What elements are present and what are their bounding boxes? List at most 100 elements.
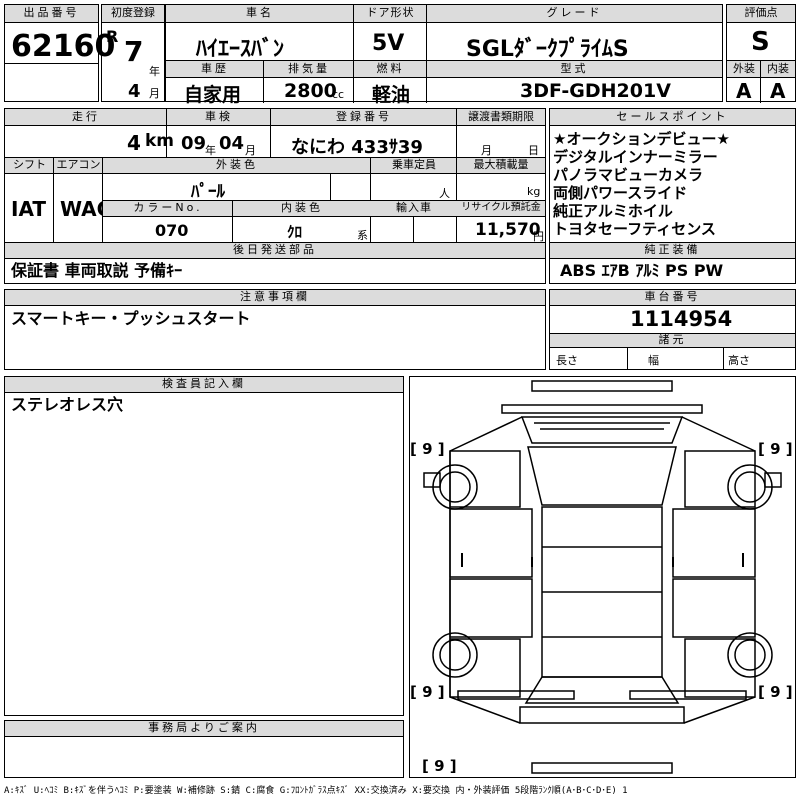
- spec-width: 幅: [648, 354, 659, 367]
- transfer-label: 譲渡書類期限: [457, 109, 545, 126]
- equipment-box: 純正装備 ABS ｴｱB ｱﾙﾐ PS PW: [549, 242, 796, 284]
- first-reg-label: 初度登録: [102, 5, 164, 23]
- displacement: 2800: [284, 80, 337, 102]
- color-no-label: カラーNo.: [103, 201, 233, 217]
- inspector-box: 検査員記入欄 ステレオレス穴: [4, 376, 404, 716]
- glass-mark-right-rear: [ 9 ]: [758, 683, 793, 701]
- mileage-unit: km: [145, 131, 175, 151]
- inspection-month-unit: 月: [245, 144, 256, 157]
- equipment-label: 純正装備: [550, 243, 795, 259]
- transfer-day-unit: 日: [528, 144, 539, 157]
- sales-point-item: トヨタセーフティセンス: [553, 220, 716, 238]
- fuel: 軽油: [372, 84, 411, 106]
- door-type: 5V: [372, 31, 405, 56]
- legend: A:ｷｽﾞ U:ﾍｺﾐ B:ｷｽﾞを伴うﾍｺﾐ P:要塗装 W:補修跡 S:錆 …: [4, 786, 628, 796]
- capacity-unit: 人: [439, 187, 450, 200]
- aircon-label: エアコン: [54, 158, 103, 174]
- sales-points-box: セールスポイント ★オークションデビュー★ デジタルインナーミラー パノラマビューカ…: [549, 108, 796, 243]
- spec-length: 長さ: [556, 354, 578, 367]
- inspection-year: 09: [181, 133, 207, 154]
- first-reg-month-unit: 月: [149, 87, 160, 100]
- sales-point-item: ★オークションデビュー★: [553, 130, 730, 148]
- int-color-label: 内装色: [233, 201, 371, 217]
- import-label: 輸入車: [371, 201, 457, 217]
- model-code: 3DF-GDH201V: [520, 80, 671, 102]
- first-reg-year-unit: 年: [149, 65, 160, 78]
- chassis-label: 車台番号: [550, 290, 795, 306]
- model-label: 型式: [427, 61, 722, 78]
- later-parts: 保証書 車両取説 予備ｷｰ: [11, 261, 183, 280]
- rating-score: S: [751, 27, 770, 57]
- history-label: 車歴: [166, 61, 264, 78]
- inspection-month: 04: [219, 133, 245, 154]
- shift-label: シフト: [5, 158, 54, 174]
- car-name: ﾊｲｴｰｽﾊﾞﾝ: [196, 37, 285, 62]
- sales-point-item: パノラマビューカメラ: [553, 166, 704, 184]
- int-color-unit: 系: [357, 229, 368, 242]
- registration-label: 登録番号: [271, 109, 457, 126]
- door-label: ドア形状: [354, 5, 427, 23]
- registration-number: なにわ 433ｻ39: [291, 137, 423, 158]
- capacity-label: 乗車定員: [371, 158, 457, 174]
- max-load-label: 最大積載量: [457, 158, 545, 174]
- interior-grade: A: [770, 79, 786, 103]
- chassis-box: 車台番号 1114954 諸元 長さ 幅 高さ: [549, 289, 796, 370]
- sales-points-label: セールスポイント: [550, 109, 795, 126]
- car-name-label: 車名: [166, 5, 354, 23]
- office-label: 事務局よりご案内: [5, 721, 403, 737]
- equipment: ABS ｴｱB ｱﾙﾐ PS PW: [560, 261, 724, 280]
- displacement-label: 排気量: [264, 61, 354, 78]
- displacement-unit: cc: [332, 88, 345, 101]
- spec-height: 高さ: [728, 354, 750, 367]
- lot-label: 出品番号: [5, 5, 98, 23]
- grade-label: グレード: [427, 5, 722, 23]
- sales-point-item: 純正アルミホイル: [553, 202, 673, 220]
- car-diagram: [ 9 ] [ 9 ] [ 9 ] [ 9 ] [ 9 ]: [409, 376, 796, 778]
- recycle-label: リサイクル預託金: [457, 201, 545, 217]
- later-parts-label: 後日発送部品: [5, 243, 545, 259]
- exterior-grade: A: [736, 79, 752, 103]
- notes-box: 注意事項欄 スマートキー・プッシュスタート: [4, 289, 546, 370]
- glass-mark-right-front: [ 9 ]: [758, 440, 793, 458]
- inspector-label: 検査員記入欄: [5, 377, 403, 393]
- glass-mark-rear: [ 9 ]: [422, 757, 457, 775]
- lot-box: 出品番号 62160: [4, 4, 115, 102]
- first-reg-era: R: [106, 27, 119, 46]
- max-load-unit: kg: [527, 185, 541, 198]
- inspection-label: 車検: [167, 109, 271, 126]
- sales-point-item: デジタルインナーミラー: [553, 148, 718, 166]
- chassis-number: 1114954: [630, 307, 733, 331]
- ext-color: ﾊﾟｰﾙ: [191, 182, 225, 202]
- transfer-month-unit: 月: [481, 144, 492, 157]
- recycle-fee: 11,570: [475, 220, 541, 240]
- first-reg-year: 7: [124, 35, 144, 68]
- sales-points-list: ★オークションデビュー★ デジタルインナーミラー パノラマビューカメラ 両側パワースラ…: [553, 130, 730, 238]
- grade: SGLﾀﾞｰｸﾌﾟﾗｲﾑS: [466, 37, 629, 62]
- glass-mark-left-rear: [ 9 ]: [410, 683, 445, 701]
- interior-label: 内装: [761, 61, 795, 78]
- later-parts-box: 後日発送部品 保証書 車両取説 予備ｷｰ: [4, 242, 546, 284]
- color-number: 070: [155, 221, 189, 240]
- car-outline: [423, 380, 782, 774]
- fuel-label: 燃料: [354, 61, 427, 78]
- exterior-label: 外装: [727, 61, 761, 78]
- glass-mark-left-front: [ 9 ]: [410, 440, 445, 458]
- notes-label: 注意事項欄: [5, 290, 545, 306]
- ext-int-box: 外装 内装 A A: [726, 60, 796, 103]
- int-color: ｸﾛ: [287, 223, 303, 241]
- lot-number: 62160: [11, 29, 116, 64]
- rating-box: 評価点 S: [726, 4, 796, 61]
- mileage-label: 走行: [5, 109, 167, 126]
- second-row-box: 車歴 排気量 燃料 型式 自家用 2800 cc 軽油 3DF-GDH201V: [165, 60, 723, 106]
- ext-color-label: 外装色: [103, 158, 371, 174]
- car-history: 自家用: [184, 84, 242, 106]
- shift-type: IAT: [11, 197, 47, 221]
- office-box: 事務局よりご案内: [4, 720, 404, 778]
- inspector-notes: ステレオレス穴: [11, 395, 124, 414]
- notes: スマートキー・プッシュスタート: [11, 309, 251, 328]
- rating-label: 評価点: [727, 5, 795, 23]
- sales-point-item: 両側パワースライド: [553, 184, 688, 202]
- top-right-box: 車名 ドア形状 グレード ﾊｲｴｰｽﾊﾞﾝ 5V SGLﾀﾞｰｸﾌﾟﾗｲﾑS: [165, 4, 723, 62]
- first-reg-month: 4: [128, 81, 141, 102]
- mileage-box: 走行 車検 登録番号 譲渡書類期限 4 km 09 年 04 月 なにわ 433…: [4, 108, 546, 243]
